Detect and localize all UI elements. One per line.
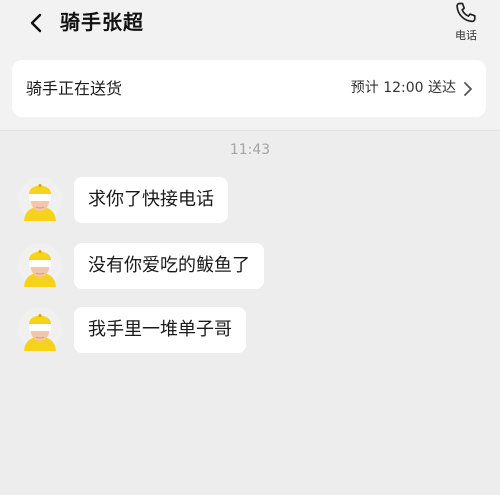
rider-name-title: 骑手张超 <box>60 10 144 34</box>
message-timestamp: 11:43 <box>229 142 271 158</box>
chevron-left-icon <box>30 13 42 33</box>
message-bubble[interactable]: 求你了快接电话 <box>74 177 228 223</box>
chevron-right-icon <box>464 82 472 96</box>
message-bubble[interactable]: 没有你爱吃的鲅鱼了 <box>74 243 264 289</box>
delivery-eta: 预计 12:00 送达 <box>350 80 456 96</box>
message-bubble[interactable]: 我手里一堆单子哥 <box>74 307 246 353</box>
delivery-status-text: 骑手正在送货 <box>26 79 123 98</box>
delivery-status-area: 骑手正在送货 预计 12:00 送达 <box>0 50 500 130</box>
chat-header: 骑手张超 电话 <box>0 0 500 50</box>
call-button[interactable]: 电话 <box>446 0 486 48</box>
rider-avatar[interactable] <box>18 307 62 351</box>
rider-avatar[interactable] <box>18 243 62 287</box>
phone-icon <box>456 2 476 23</box>
rider-avatar[interactable] <box>18 177 62 221</box>
header-divider <box>0 130 500 131</box>
call-label: 电话 <box>455 29 477 42</box>
delivery-status-card[interactable]: 骑手正在送货 预计 12:00 送达 <box>12 60 486 117</box>
back-button[interactable] <box>22 8 52 38</box>
chat-screen: 骑手张超 电话 骑手正在送货 预计 12:00 送达 11:43 求你了快接电话… <box>0 0 500 495</box>
